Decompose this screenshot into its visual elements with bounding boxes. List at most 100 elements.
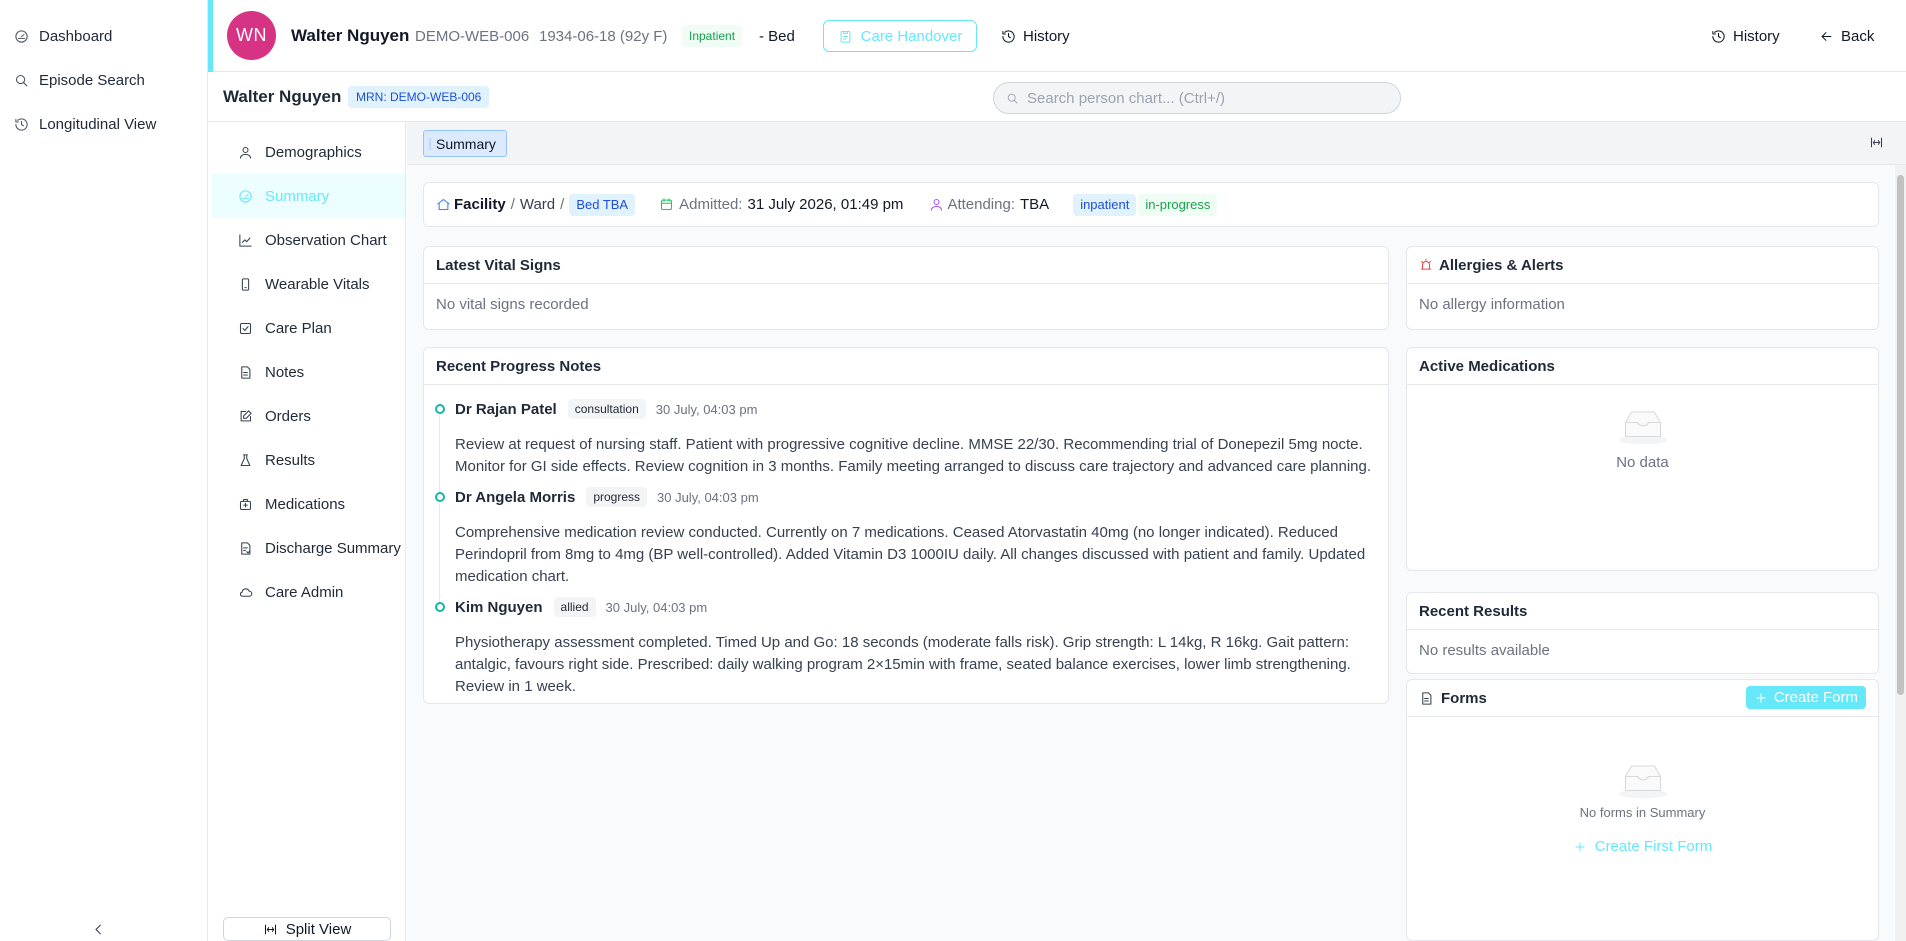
breadcrumb-separator: / (510, 196, 515, 213)
chart-navigation: Demographics Summary Observation Chart W… (208, 122, 406, 941)
timeline-line (439, 504, 440, 607)
chart-nav-observation-chart[interactable]: Observation Chart (212, 218, 405, 262)
nav-list: Dashboard Episode Search Longitudinal Vi… (0, 0, 207, 146)
back-button[interactable]: Back (1819, 20, 1874, 52)
breadcrumb-separator: / (560, 196, 565, 213)
search-input[interactable] (1027, 89, 1357, 107)
arrow-left-icon (1819, 29, 1834, 44)
admitted-label: Admitted: (679, 196, 743, 213)
split-view-icon (1869, 135, 1884, 150)
chart-nav-label: Observation Chart (265, 231, 387, 249)
chart-nav-care-admin[interactable]: Care Admin (212, 570, 405, 614)
vitals-card: Latest Vital Signs No vital signs record… (423, 246, 1389, 330)
scrollbar-thumb[interactable] (1897, 175, 1904, 695)
tab-summary[interactable]: Summary (423, 130, 507, 157)
chart-nav-label: Wearable Vitals (265, 275, 370, 293)
chart-nav-wearable-vitals[interactable]: Wearable Vitals (212, 262, 405, 306)
chart-nav-orders[interactable]: Orders (212, 394, 405, 438)
card-title: Allergies & Alerts (1439, 256, 1564, 274)
empty-state: No data (1407, 406, 1878, 471)
create-form-button[interactable]: Create Form (1745, 686, 1866, 709)
admitted-value: 31 July 2026, 01:49 pm (747, 196, 904, 213)
nav-item-dashboard[interactable]: Dashboard (0, 14, 207, 58)
cloud-icon (238, 585, 253, 600)
header-accent-bar (208, 0, 213, 72)
chart-patient-name: Walter Nguyen (223, 87, 342, 106)
dashboard-icon (14, 29, 29, 44)
chart-nav-label: Orders (265, 407, 311, 425)
dashboard-icon (238, 189, 253, 204)
watch-icon (238, 277, 253, 292)
left-navigation: Dashboard Episode Search Longitudinal Vi… (0, 0, 208, 941)
chart-nav-medications[interactable]: Medications (212, 482, 405, 526)
document-icon (238, 365, 253, 380)
note-body: Physiotherapy assessment completed. Time… (455, 634, 1351, 695)
user-icon (929, 197, 944, 212)
encounter-class-tag: inpatient (1073, 193, 1137, 216)
encounter-ward: Ward (519, 196, 556, 213)
note-body: Comprehensive medication review conducte… (455, 524, 1366, 585)
inbox-icon (1615, 760, 1671, 800)
results-card: Recent Results No results available (1406, 592, 1879, 674)
note-body: Review at request of nursing staff. Pati… (455, 436, 1372, 475)
encounter-facility: Facility (454, 196, 506, 213)
nav-label: Episode Search (39, 71, 145, 89)
history-icon (1711, 29, 1726, 44)
attending-label: Attending: (947, 196, 1015, 213)
card-title: Active Medications (1407, 348, 1878, 385)
scrollbar[interactable] (1895, 165, 1906, 941)
card-title: Forms (1441, 689, 1487, 707)
chart-nav-care-plan[interactable]: Care Plan (212, 306, 405, 350)
empty-label: No data (1616, 454, 1669, 471)
chart-search[interactable] (993, 82, 1401, 114)
patient-header: WN Walter Nguyen DEMO-WEB-006 1934-06-18… (208, 0, 1906, 72)
chart-nav-label: Medications (265, 495, 346, 513)
chart-nav-discharge-summary[interactable]: Discharge Summary (212, 526, 405, 570)
history-button[interactable]: History (1001, 20, 1070, 52)
vitals-empty: No vital signs recorded (436, 296, 589, 313)
chart-nav-results[interactable]: Results (212, 438, 405, 482)
create-first-form-link[interactable]: Create First Form (1573, 838, 1712, 855)
note-type-badge: allied (553, 597, 596, 617)
chart-nav-label: Discharge Summary (265, 539, 401, 557)
note-header: Dr Angela Morris progress 30 July, 04:03… (455, 486, 759, 508)
patient-name: Walter Nguyen (291, 26, 410, 45)
chart-tab-bar: Summary (407, 122, 1906, 165)
care-handover-button[interactable]: Care Handover (823, 20, 977, 52)
nav-item-longitudinal-view[interactable]: Longitudinal View (0, 102, 207, 146)
bed-tag: Bed TBA (569, 193, 636, 216)
nav-item-episode-search[interactable]: Episode Search (0, 58, 207, 102)
collapse-sidebar-button[interactable] (88, 919, 108, 939)
chart-nav-summary[interactable]: Summary (212, 174, 405, 218)
search-icon (1006, 92, 1019, 105)
medkit-icon (238, 497, 253, 512)
back-label: Back (1841, 27, 1875, 45)
home-icon (436, 197, 451, 212)
chart-nav-label: Summary (265, 187, 330, 205)
split-view-button[interactable]: Split View (223, 917, 391, 941)
chart-nav-label: Demographics (265, 143, 362, 161)
card-title: Recent Progress Notes (424, 348, 1388, 385)
patient-mrn: DEMO-WEB-006 (415, 27, 530, 45)
plus-icon (1754, 691, 1768, 705)
split-toggle-button[interactable] (1869, 135, 1884, 150)
nav-label: Dashboard (39, 27, 113, 45)
note-type-badge: consultation (567, 399, 646, 419)
history-right-button[interactable]: History (1711, 20, 1780, 52)
chart-nav-notes[interactable]: Notes (212, 350, 405, 394)
chart-nav-label: Notes (265, 363, 305, 381)
plus-icon (1573, 840, 1587, 854)
user-icon (238, 145, 253, 160)
history-icon (14, 117, 29, 132)
medications-card: Active Medications No data (1406, 347, 1879, 571)
allergies-empty: No allergy information (1419, 296, 1565, 313)
chart-nav-demographics[interactable]: Demographics (212, 130, 405, 174)
inbox-icon (1615, 406, 1671, 446)
forms-empty-state: No forms in Summary Create First Form (1407, 760, 1878, 855)
card-title-row: Allergies & Alerts (1407, 247, 1878, 284)
timeline-dot (435, 492, 445, 502)
history-icon (1001, 29, 1016, 44)
progress-notes-card: Recent Progress Notes Dr Rajan Patel con… (423, 347, 1389, 704)
chart-nav-label: Care Admin (265, 583, 344, 601)
note-timestamp: 30 July, 04:03 pm (655, 401, 758, 417)
